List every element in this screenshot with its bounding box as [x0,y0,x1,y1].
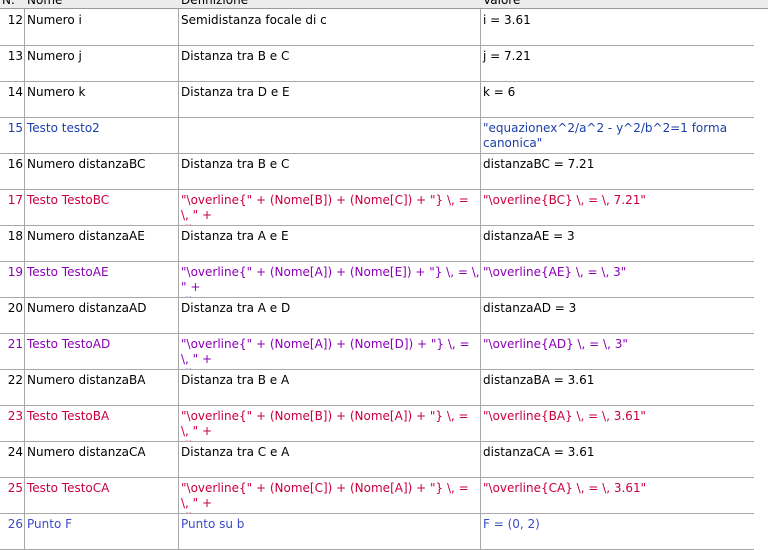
row-definition[interactable]: "\overline{" + (Nome[A]) + (Nome[D]) + "… [178,333,480,369]
table-row[interactable]: 26 Punto F Punto su bF = (0, 2) [0,513,754,550]
header-number[interactable]: N. [2,0,15,8]
row-definition[interactable]: Distanza tra A e D [178,297,480,333]
table-row[interactable]: 15 Testo testo2 "equazionex^2/a^2 - y^2/b^… [0,117,754,154]
row-value[interactable]: k = 6 [480,81,754,117]
header-value[interactable]: Valore [483,0,520,8]
row-name[interactable]: Testo TestoAD [24,333,178,369]
row-definition[interactable]: Distanza tra D e E [178,81,480,117]
row-number[interactable]: 18 [0,225,24,261]
header-definition[interactable]: Definizione [181,0,248,8]
row-number[interactable]: 23 [0,405,24,441]
row-definition[interactable]: "\overline{" + (Nome[B]) + (Nome[A]) + "… [178,405,480,441]
row-value[interactable]: F = (0, 2) [480,513,754,549]
row-value[interactable]: distanzaBC = 7.21 [480,153,754,189]
row-name[interactable]: Numero distanzaBC [24,153,178,189]
row-value[interactable]: i = 3.61 [480,9,754,45]
table-row[interactable]: 18 Numero distanzaAE Distanza tra A e Edis… [0,225,754,262]
row-definition[interactable]: Distanza tra B e C [178,153,480,189]
row-value[interactable]: "equazionex^2/a^2 - y^2/b^2=1 forma cano… [480,117,754,153]
table-row[interactable]: 19 Testo TestoAE "\overline{" + (Nome[A]) … [0,261,754,298]
row-definition[interactable]: "\overline{" + (Nome[C]) + (Nome[A]) + "… [178,477,480,513]
row-name[interactable]: Numero distanzaAE [24,225,178,261]
table-row[interactable]: 24 Numero distanzaCA Distanza tra C e Adis… [0,441,754,478]
row-definition[interactable]: Distanza tra C e A [178,441,480,477]
row-number[interactable]: 25 [0,477,24,513]
row-value[interactable]: distanzaAE = 3 [480,225,754,261]
row-definition[interactable]: "\overline{" + (Nome[A]) + (Nome[E]) + "… [178,261,480,297]
row-number[interactable]: 14 [0,81,24,117]
row-definition[interactable]: Distanza tra B e C [178,45,480,81]
row-name[interactable]: Numero distanzaBA [24,369,178,405]
row-number[interactable]: 22 [0,369,24,405]
row-value[interactable]: "\overline{CA} \, = \, 3.61" [480,477,754,513]
row-name[interactable]: Testo TestoBC [24,189,178,225]
table-row[interactable]: 22 Numero distanzaBA Distanza tra B e Adis… [0,369,754,406]
table-row[interactable]: 17 Testo TestoBC "\overline{" + (Nome[B]) … [0,189,754,226]
row-name[interactable]: Numero distanzaCA [24,441,178,477]
row-value[interactable]: distanzaBA = 3.61 [480,369,754,405]
row-definition[interactable] [178,117,480,153]
row-definition[interactable]: Punto su b [178,513,480,549]
row-definition[interactable]: Semidistanza focale di c [178,9,480,45]
row-number[interactable]: 24 [0,441,24,477]
row-value[interactable]: distanzaAD = 3 [480,297,754,333]
row-number[interactable]: 20 [0,297,24,333]
table-row[interactable]: 23 Testo TestoBA "\overline{" + (Nome[B]) … [0,405,754,442]
table-row[interactable]: 25 Testo TestoCA "\overline{" + (Nome[C]) … [0,477,754,514]
row-number[interactable]: 19 [0,261,24,297]
row-number[interactable]: 15 [0,117,24,153]
table-row[interactable]: 14 Numero k Distanza tra D e Ek = 6 [0,81,754,118]
row-number[interactable]: 12 [0,9,24,45]
row-number[interactable]: 17 [0,189,24,225]
row-name[interactable]: Testo TestoCA [24,477,178,513]
row-value[interactable]: "\overline{AE} \, = \, 3" [480,261,754,297]
table-header: N. Nome Definizione Valore [0,0,768,9]
table-row[interactable]: 20 Numero distanzaAD Distanza tra A e Ddis… [0,297,754,334]
row-number[interactable]: 26 [0,513,24,549]
row-value[interactable]: distanzaCA = 3.61 [480,441,754,477]
row-number[interactable]: 16 [0,153,24,189]
row-name[interactable]: Numero k [24,81,178,117]
row-name[interactable]: Numero j [24,45,178,81]
row-definition[interactable]: Distanza tra A e E [178,225,480,261]
header-name[interactable]: Nome [27,0,62,8]
table-row[interactable]: 16 Numero distanzaBC Distanza tra B e Cdis… [0,153,754,190]
row-definition[interactable]: "\overline{" + (Nome[B]) + (Nome[C]) + "… [178,189,480,225]
row-value[interactable]: "\overline{BA} \, = \, 3.61" [480,405,754,441]
row-name[interactable]: Testo TestoAE [24,261,178,297]
table-row[interactable]: 12 Numero i Semidistanza focale di ci = 3.… [0,9,754,46]
row-value[interactable]: "\overline{AD} \, = \, 3" [480,333,754,369]
row-definition[interactable]: Distanza tra B e A [178,369,480,405]
row-name[interactable]: Numero i [24,9,178,45]
row-value[interactable]: "\overline{BC} \, = \, 7.21" [480,189,754,225]
row-name[interactable]: Punto F [24,513,178,549]
row-value[interactable]: j = 7.21 [480,45,754,81]
row-name[interactable]: Numero distanzaAD [24,297,178,333]
row-name[interactable]: Testo testo2 [24,117,178,153]
row-number[interactable]: 13 [0,45,24,81]
row-name[interactable]: Testo TestoBA [24,405,178,441]
row-number[interactable]: 21 [0,333,24,369]
table-row[interactable]: 21 Testo TestoAD "\overline{" + (Nome[A]) … [0,333,754,370]
table-row[interactable]: 13 Numero j Distanza tra B e Cj = 7.21 [0,45,754,82]
